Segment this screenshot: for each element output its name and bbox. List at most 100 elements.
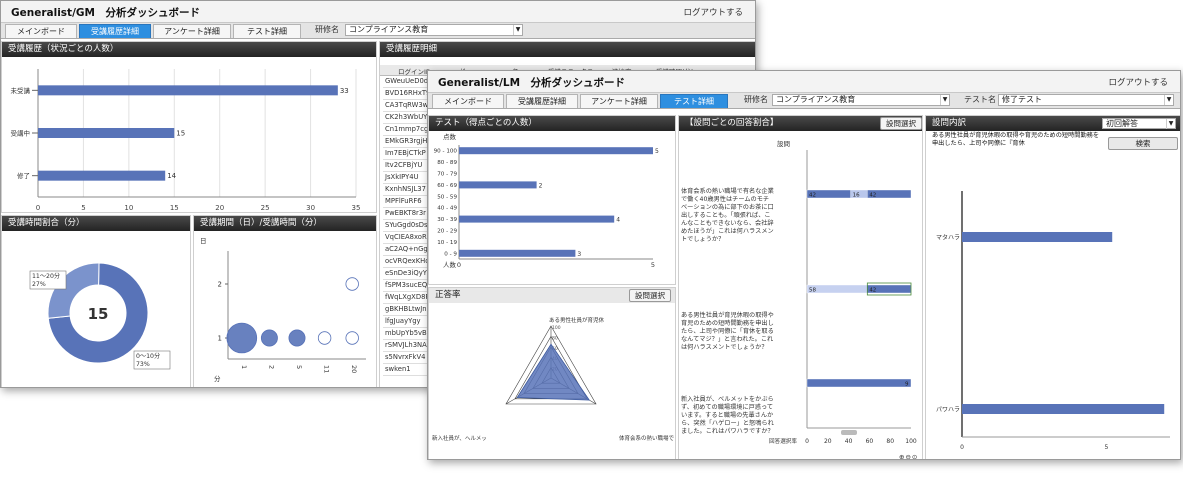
category-label: 60 - 69 <box>437 183 457 189</box>
login-id-cell[interactable]: mbUpYb5vB <box>383 328 429 340</box>
course-select-value: コンプライアンス教育 <box>776 95 856 104</box>
bubble <box>226 322 258 354</box>
slice-label: 0〜10分 <box>136 352 160 360</box>
segment-label: 58 <box>809 288 816 294</box>
data-label: 3 <box>577 251 581 258</box>
x-tick-label: 20 <box>215 204 224 212</box>
x-axis-label: 回答選択率 <box>769 437 797 445</box>
panel-title: テスト（得点ごとの人数） <box>429 116 675 131</box>
x-axis-label: 人数 <box>443 260 457 269</box>
x-tick-label: 40 <box>845 438 853 445</box>
x-tick-label: 25 <box>261 204 270 212</box>
answer-ratio-panel: 【設問ごとの回答割合】 設問選択 設問 体育会系の熱い職場で有名な企業で働く40… <box>678 115 923 459</box>
col-login-id: ログインID <box>398 68 431 76</box>
x-tick-label: 15 <box>170 204 179 212</box>
radar-axis-label: ある男性社員が育児休 <box>549 316 605 324</box>
slice-label-percent: 73% <box>136 361 150 368</box>
tab-test-detail[interactable]: テスト詳細 <box>660 94 728 108</box>
period-bubble-chart: 日分 1 2 1 2 5 11 20 <box>200 237 366 383</box>
login-id-cell[interactable]: rSMVJLh3NA <box>383 340 429 352</box>
x-tick-label: 0 <box>36 204 40 212</box>
data-label: 2 <box>539 182 543 189</box>
x-axis-label: 分 <box>214 374 221 383</box>
login-id-cell[interactable]: MPFlFuRF6 <box>383 196 429 208</box>
x-tick-label: 5 <box>81 204 85 212</box>
panel-title: 受講期間（日）/受講時間（分） <box>194 216 376 231</box>
app-header: Generalist/GM 分析ダッシュボード ログアウトする <box>1 1 755 23</box>
login-id-cell[interactable]: Cn1mmp7cgX <box>383 124 429 136</box>
period-time-panel: 受講期間（日）/受講時間（分） 日分 1 2 1 2 5 11 20 <box>193 215 377 387</box>
test-select-value: 修了テスト <box>1002 95 1042 104</box>
login-id-cell[interactable]: gBKHBLtwJn <box>383 304 429 316</box>
login-id-cell[interactable]: EMkGR3rgjH <box>383 136 429 148</box>
login-id-cell[interactable]: Im7EBjCTkP <box>383 148 429 160</box>
stacked-segment <box>806 378 912 388</box>
category-label: 10 - 19 <box>437 240 457 246</box>
category-label: 40 - 49 <box>437 206 457 212</box>
tab-history-detail[interactable]: 受講履歴詳細 <box>79 24 151 38</box>
question-content-panel: 設問内訳 初回解答 ▼ ある男性社員が育児休暇の取得や育児のための短時間勤務を申出… <box>925 115 1180 459</box>
login-id-cell[interactable]: s5NvrxFkV4 <box>383 352 429 364</box>
x-tick-label: 20 <box>350 365 358 373</box>
panel-title: 受講履歴（状況ごとの人数） <box>2 42 376 57</box>
tab-main-board[interactable]: メインボード <box>432 94 504 108</box>
logout-link[interactable]: ログアウトする <box>683 6 743 18</box>
panel-title: 受講履歴明細 <box>380 42 755 57</box>
chevron-down-icon: ▼ <box>1164 95 1173 105</box>
test-select[interactable]: 修了テスト ▼ <box>998 94 1174 106</box>
bubble <box>288 329 306 347</box>
study-time-ratio-panel: 受講時間割合（分） 15 11〜20分 27% 0〜10分 73% <box>1 215 191 387</box>
login-id-cell[interactable]: Itv2CFBjYU <box>383 160 429 172</box>
category-label: パワハラ <box>936 407 960 414</box>
data-label: 15 <box>176 130 185 138</box>
course-select[interactable]: コンプライアンス教育 ▼ <box>345 24 523 36</box>
course-select[interactable]: コンプライアンス教育 ▼ <box>772 94 950 106</box>
content-dropdown[interactable]: 初回解答 ▼ <box>1102 118 1176 129</box>
login-id-cell[interactable]: aC2AQ+nGgIz <box>383 244 429 256</box>
chevron-down-icon: ▼ <box>1166 119 1175 129</box>
category-label: 受講中 <box>11 129 31 138</box>
x-tick-label: 11 <box>323 365 331 373</box>
login-id-cell[interactable]: JsXkIPY4U <box>383 172 429 184</box>
login-id-cell[interactable]: GWeuUeD0dS <box>383 76 429 88</box>
login-id-cell[interactable]: fWqLXgXD8P <box>383 292 429 304</box>
x-tick-label: 2 <box>267 365 275 369</box>
chevron-down-icon: ▼ <box>940 95 949 105</box>
login-id-cell[interactable]: CA3TqRW3wm <box>383 100 429 112</box>
answer-ratio-chart: 0 20 40 60 80 100 回答選択率 42 16 42 58 42 9 <box>769 150 917 445</box>
x-tick-label: 5 <box>295 365 303 369</box>
login-id-cell[interactable]: KxnhNSJL37 <box>383 184 429 196</box>
x-tick-label: 1 <box>240 365 248 369</box>
tab-history-detail[interactable]: 受講履歴詳細 <box>506 94 578 108</box>
accuracy-select-button[interactable]: 設問選択 <box>629 289 671 302</box>
course-label: 研修名 <box>744 95 768 104</box>
login-id-cell[interactable]: BVD16RHxT9 <box>383 88 429 100</box>
radar-axis-label: 新入社員が、ヘルメッ <box>432 434 487 442</box>
zoom-controls-icon[interactable]: ⊕⊖⊙ <box>899 453 918 459</box>
login-id-cell[interactable]: PwEBKT8r3r <box>383 208 429 220</box>
login-id-cell[interactable]: eSnDe3iQyY <box>383 268 429 280</box>
y-axis-label: 日 <box>200 237 207 245</box>
login-id-cell[interactable]: lfgJuayYgy <box>383 316 429 328</box>
app-header: Generalist/LM 分析ダッシュボード ログアウトする <box>428 71 1180 93</box>
y-tick-label: 2 <box>218 281 222 289</box>
logout-link[interactable]: ログアウトする <box>1108 76 1168 88</box>
login-id-cell[interactable]: fSPM3sucEQ <box>383 280 429 292</box>
login-id-cell[interactable]: ocVRQexKHq <box>383 256 429 268</box>
login-id-cell[interactable]: swken1 <box>383 364 429 376</box>
login-id-cell[interactable]: CK2h3WbUY <box>383 112 429 124</box>
x-tick-label: 5 <box>1105 444 1109 451</box>
accuracy-panel: 正答率 設問選択 20406080100ある男性社員が育児休体育会系の熱い職場で… <box>428 287 676 459</box>
horizontal-scrollbar[interactable] <box>841 430 857 435</box>
tab-main-board[interactable]: メインボード <box>5 24 77 38</box>
x-tick-label: 10 <box>124 204 133 212</box>
tab-test-detail[interactable]: テスト詳細 <box>233 24 301 38</box>
dashboard-window-lm: Generalist/LM 分析ダッシュボード ログアウトする メインボード 受… <box>427 70 1181 460</box>
tab-survey-detail[interactable]: アンケート詳細 <box>580 94 658 108</box>
tab-survey-detail[interactable]: アンケート詳細 <box>153 24 231 38</box>
content-bar-chart: 0 5 マタハラパワハラ <box>936 191 1170 451</box>
login-id-cell[interactable]: VqCIEA8xoR <box>383 232 429 244</box>
bar <box>962 404 1165 414</box>
login-id-cell[interactable]: SYuGgd0sDs <box>383 220 429 232</box>
x-tick-label: 30 <box>306 204 315 212</box>
